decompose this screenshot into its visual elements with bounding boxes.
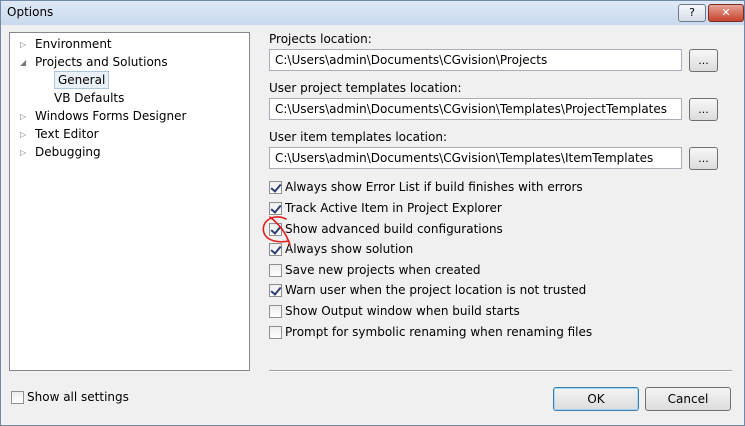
tree-item-label: General — [54, 71, 110, 89]
expand-arrow-icon[interactable]: ▷ — [20, 127, 29, 139]
annotation-circle-icon — [262, 216, 291, 246]
tree-item-label: Windows Forms Designer — [35, 109, 187, 123]
cancel-button[interactable]: Cancel — [645, 387, 731, 411]
help-button[interactable]: ? — [678, 4, 706, 22]
separator — [269, 370, 732, 372]
option-label: Warn user when the project location is n… — [285, 283, 587, 297]
expand-arrow-icon[interactable]: ▷ — [20, 145, 29, 157]
project-templates-location-label: User project templates location: — [269, 81, 462, 95]
expand-arrow-icon[interactable]: ▷ — [20, 37, 29, 49]
tree-item-label: Debugging — [35, 145, 101, 159]
checkbox[interactable] — [269, 181, 282, 194]
projects-location-label: Projects location: — [269, 32, 372, 46]
item-templates-location-input[interactable]: C:\Users\admin\Documents\CGvision\Templa… — [269, 147, 682, 169]
project-templates-location-input[interactable]: C:\Users\admin\Documents\CGvision\Templa… — [269, 98, 682, 120]
projects-location-input[interactable]: C:\Users\admin\Documents\CGvision\Projec… — [269, 49, 682, 71]
options-tree[interactable]: ▷ Environment ◢ Projects and Solutions G… — [9, 32, 250, 371]
browse-item-templates-button[interactable]: ... — [689, 147, 718, 170]
item-templates-location-label: User item templates location: — [269, 130, 447, 144]
title-bar: Options ? ✕ — [1, 1, 744, 25]
option-label: Save new projects when created — [285, 263, 481, 277]
checkbox[interactable] — [269, 264, 282, 277]
tree-item-label: Text Editor — [35, 127, 99, 141]
option-label: Show Output window when build starts — [285, 304, 520, 318]
collapse-arrow-icon[interactable]: ◢ — [20, 55, 29, 67]
option-label: Show advanced build configurations — [285, 222, 503, 236]
ok-button[interactable]: OK — [553, 387, 639, 411]
tree-item-label: Environment — [35, 37, 112, 51]
options-dialog: Options ? ✕ ▷ Environment ◢ Projects and… — [0, 0, 745, 426]
browse-project-templates-button[interactable]: ... — [689, 98, 718, 121]
checkbox[interactable] — [269, 305, 282, 318]
option-label: Always show Error List if build finishes… — [285, 180, 583, 194]
window-title: Options — [7, 5, 54, 19]
checkbox[interactable] — [269, 326, 282, 339]
option-label: Track Active Item in Project Explorer — [285, 201, 502, 215]
checkbox[interactable] — [11, 391, 24, 404]
tree-item-label: Projects and Solutions — [35, 55, 168, 69]
checkbox[interactable] — [269, 284, 282, 297]
expand-arrow-icon[interactable]: ▷ — [20, 109, 29, 121]
close-button[interactable]: ✕ — [708, 4, 744, 22]
option-label: Prompt for symbolic renaming when renami… — [285, 325, 593, 339]
browse-projects-button[interactable]: ... — [689, 49, 718, 72]
show-all-settings-label: Show all settings — [27, 390, 129, 404]
tree-item-label: VB Defaults — [54, 91, 125, 105]
